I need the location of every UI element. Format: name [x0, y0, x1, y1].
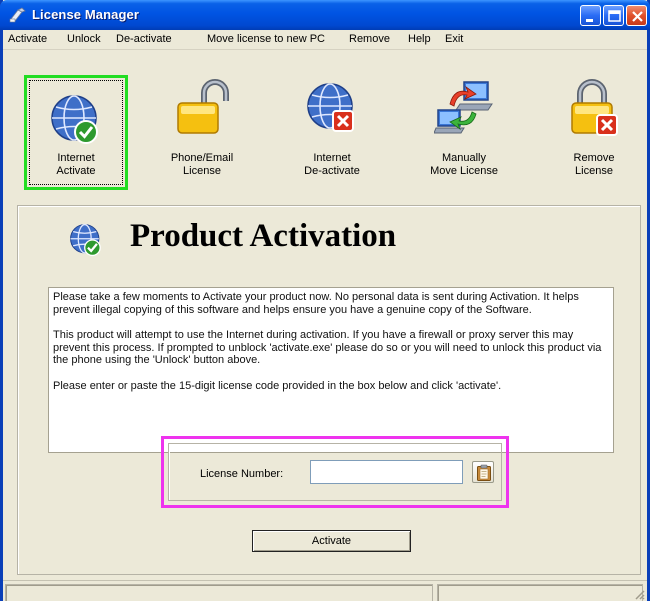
tool-label: Internet Activate [56, 152, 96, 177]
manually-move-license-button[interactable]: Manually Move License [414, 66, 514, 192]
license-frame: License Number: [168, 443, 502, 501]
internet-activate-button[interactable]: Internet Activate [24, 75, 128, 190]
menu-exit[interactable]: Exit [445, 33, 463, 45]
maximize-button[interactable] [603, 5, 624, 26]
tool-label: Phone/Email License [170, 152, 234, 177]
page-title: Product Activation [130, 218, 397, 254]
title-bar[interactable]: License Manager [0, 0, 650, 30]
resize-grip-icon[interactable] [633, 588, 645, 600]
license-number-input[interactable] [310, 460, 463, 484]
status-bar [3, 580, 647, 601]
instructions-paragraph: This product will attempt to use the Int… [53, 329, 602, 366]
instructions-text: Please take a few moments to Activate yo… [48, 287, 614, 453]
paste-license-button[interactable] [472, 461, 494, 483]
license-number-label: License Number: [200, 468, 284, 480]
tool-label: Manually Move License [430, 152, 498, 177]
menu-bar: Activate Unlock De-activate Move license… [3, 30, 647, 50]
unlocked-padlock-icon [177, 79, 229, 134]
status-pane-main [5, 584, 433, 601]
menu-de-activate[interactable]: De-activate [116, 33, 172, 45]
instructions-paragraph: Please take a few moments to Activate yo… [53, 291, 579, 316]
phone-email-license-button[interactable]: Phone/Email License [152, 66, 252, 192]
tool-label: Internet De-activate [304, 152, 360, 177]
globe-x-icon [307, 83, 354, 132]
remove-license-button[interactable]: Remove License [544, 66, 644, 192]
computers-transfer-icon [434, 81, 493, 134]
instructions-paragraph: Please enter or paste the 15-digit licen… [53, 379, 502, 392]
menu-unlock[interactable]: Unlock [67, 33, 101, 45]
license-number-group: License Number: [161, 436, 509, 508]
menu-remove[interactable]: Remove [349, 33, 390, 45]
product-activation-panel: Product Activation Please take a few mom… [17, 205, 641, 575]
tool-label: Remove License [573, 152, 615, 177]
toolbar: Internet Activate Phone/Email License In… [3, 51, 647, 196]
padlock-x-icon [571, 79, 618, 136]
close-button[interactable] [626, 5, 647, 26]
app-icon [9, 7, 26, 23]
internet-deactivate-button[interactable]: Internet De-activate [282, 66, 382, 192]
minimize-button[interactable] [580, 5, 601, 26]
menu-help[interactable]: Help [408, 33, 431, 45]
activate-button[interactable]: Activate [252, 530, 411, 552]
globe-check-icon [70, 223, 101, 257]
window-title: License Manager [32, 7, 139, 22]
clipboard-paste-icon [477, 464, 491, 481]
menu-move-license[interactable]: Move license to new PC [207, 33, 325, 45]
menu-activate[interactable]: Activate [8, 33, 47, 45]
status-pane-secondary [437, 584, 643, 601]
license-manager-window: License Manager Activate Unlock De-activ… [0, 0, 650, 601]
